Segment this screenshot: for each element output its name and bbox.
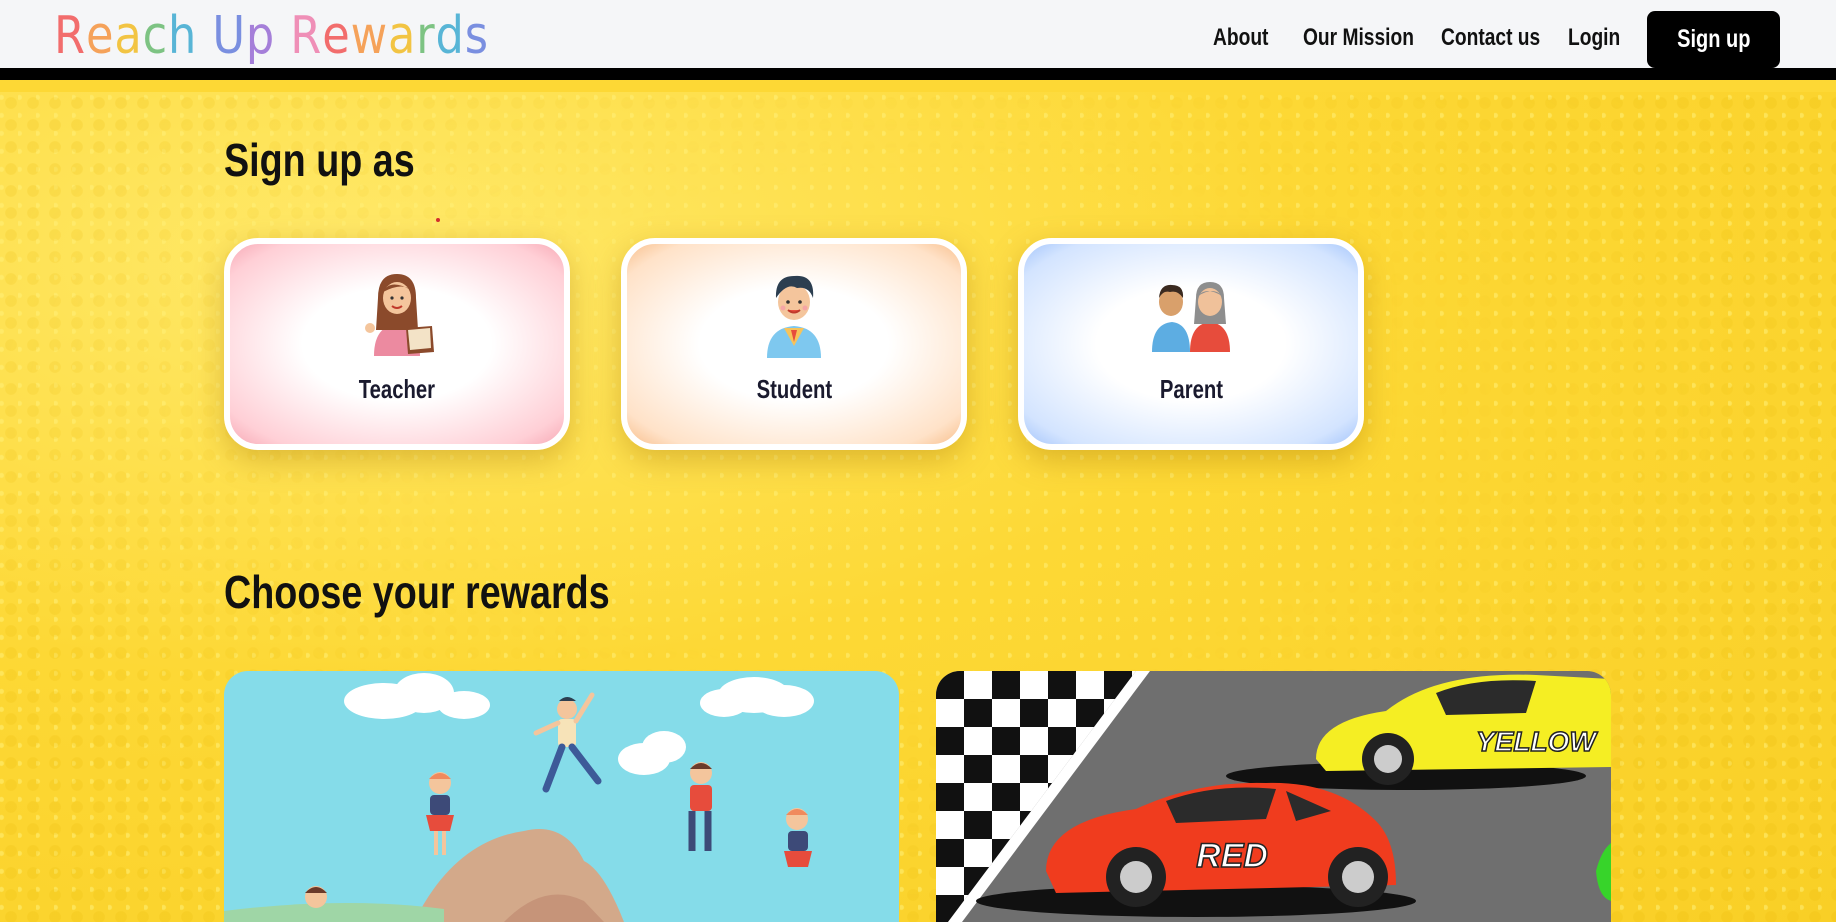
reward-card-kids-adventure[interactable] [224,671,899,922]
teacher-icon [365,274,434,356]
logo-letter: h [168,6,198,66]
student-icon [767,275,821,358]
signup-section-title: Sign up as [224,134,415,186]
role-card-student[interactable]: Student [621,238,967,450]
logo-letter: c [142,6,169,66]
signup-button[interactable]: Sign up [1647,11,1780,68]
logo-letter: s [464,6,489,66]
logo-letter: U [212,6,246,66]
role-label-teacher: Teacher [358,374,436,404]
reward-card-race-cars[interactable]: YELLOW RED [936,671,1611,922]
nav-login[interactable]: Login [1568,24,1620,52]
logo-letter: e [85,6,115,66]
role-label-parent: Parent [1159,374,1223,404]
logo-letter: e [322,6,351,66]
logo-letter: a [388,6,417,66]
logo-letter: d [435,6,465,66]
race-cars-illustration: YELLOW RED [936,671,1611,922]
logo-letter: r [416,6,436,66]
nav-our-mission[interactable]: Our Mission [1303,24,1414,52]
nav-contact-us[interactable]: Contact us [1441,24,1540,52]
car-label-red: RED [1196,837,1268,875]
logo-letter: R [54,6,86,66]
logo-letter: R [290,6,323,66]
decorative-dot [436,218,440,222]
logo-letter [275,6,290,66]
reach-up-rewards-logo[interactable]: Reach Up Rewards [54,6,489,66]
logo-letter: p [245,6,276,66]
rewards-section-title: Choose your rewards [224,566,610,618]
logo-letter: w [350,6,389,66]
role-label-student: Student [756,374,832,404]
car-label-yellow: YELLOW [1476,726,1598,757]
signup-button-label: Sign up [1676,25,1751,53]
nav-about[interactable]: About [1213,24,1268,52]
kids-on-mountain-illustration [224,671,899,922]
logo-letter [197,6,212,66]
role-card-teacher[interactable]: Teacher [224,238,570,450]
logo-letter: a [114,6,143,66]
parents-icon [1152,282,1230,352]
top-navbar: Reach Up Rewards About Our Mission Conta… [0,0,1836,80]
role-card-parent[interactable]: Parent [1018,238,1364,450]
